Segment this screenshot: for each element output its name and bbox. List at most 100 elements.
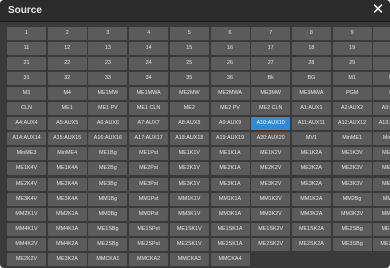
- source-button[interactable]: ME2K3A: [373, 162, 390, 176]
- source-button[interactable]: MM2Bg: [332, 192, 372, 206]
- source-button[interactable]: ME2MW: [169, 87, 209, 101]
- source-button[interactable]: 14: [129, 42, 169, 56]
- source-button[interactable]: ME1K1A: [210, 147, 250, 161]
- source-button[interactable]: MM1Bg: [88, 192, 128, 206]
- source-button[interactable]: ME3K4A: [47, 192, 87, 206]
- source-button[interactable]: 15: [169, 42, 209, 56]
- source-button[interactable]: 12: [47, 42, 87, 56]
- source-button[interactable]: ME2SK2V: [251, 237, 291, 251]
- source-button[interactable]: MinME4: [47, 147, 87, 161]
- source-button[interactable]: ME2SPst: [129, 237, 169, 251]
- source-button[interactable]: ME2SBg: [88, 237, 128, 251]
- source-button[interactable]: ME1SK2V: [251, 222, 291, 236]
- source-button[interactable]: MM3K3V: [332, 207, 372, 221]
- source-button[interactable]: A14:AUX14: [7, 132, 46, 146]
- source-button[interactable]: 29: [332, 57, 372, 71]
- source-button[interactable]: ME3SBg: [332, 237, 372, 251]
- source-button[interactable]: A20:AUX20: [251, 132, 291, 146]
- source-button[interactable]: ME1 CLN: [129, 102, 169, 116]
- source-button[interactable]: ME3K2V: [251, 177, 291, 191]
- close-icon[interactable]: ✕: [371, 2, 385, 18]
- source-button[interactable]: ME2: [169, 102, 209, 116]
- source-button[interactable]: MMCKA4: [210, 252, 250, 266]
- source-button[interactable]: 6: [210, 27, 250, 40]
- source-button[interactable]: 27: [251, 57, 291, 71]
- source-button[interactable]: ME3Bg: [88, 177, 128, 191]
- source-button[interactable]: 28: [291, 57, 331, 71]
- source-button[interactable]: ME2K4V: [7, 177, 46, 191]
- source-button[interactable]: ME2SPst: [373, 222, 390, 236]
- source-button[interactable]: M1: [332, 72, 372, 86]
- source-button[interactable]: 4: [129, 27, 169, 40]
- source-button[interactable]: MMCKA1: [88, 252, 128, 266]
- source-button[interactable]: ME3K3A: [373, 177, 390, 191]
- source-button[interactable]: MM3K1A: [210, 207, 250, 221]
- source-button[interactable]: ME2Bg: [88, 162, 128, 176]
- source-button[interactable]: MinME1: [332, 132, 372, 146]
- source-button[interactable]: 19: [332, 42, 372, 56]
- source-button[interactable]: ME1K4V: [7, 162, 46, 176]
- source-button[interactable]: 1: [7, 27, 46, 40]
- source-button[interactable]: 24: [129, 57, 169, 71]
- source-button[interactable]: MM1K1A: [210, 192, 250, 206]
- source-button[interactable]: ME3K2A: [47, 252, 87, 266]
- source-button[interactable]: ME1SK1A: [210, 222, 250, 236]
- source-button[interactable]: MM2K1A: [47, 207, 87, 221]
- source-button[interactable]: 30: [373, 57, 390, 71]
- source-button[interactable]: ME1MWA: [129, 87, 169, 101]
- source-button[interactable]: ME3SK1V: [373, 237, 390, 251]
- source-button[interactable]: ME1Pst: [129, 147, 169, 161]
- source-button[interactable]: ME2K1V: [169, 162, 209, 176]
- source-button[interactable]: MM4K1A: [47, 222, 87, 236]
- source-button[interactable]: ME2MWA: [210, 87, 250, 101]
- source-button[interactable]: 2: [47, 27, 87, 40]
- source-button[interactable]: A13:AUX13: [373, 117, 390, 131]
- source-button[interactable]: ME1K1V: [169, 147, 209, 161]
- source-button[interactable]: CLN: [7, 102, 46, 116]
- source-button[interactable]: MM3Bg: [88, 207, 128, 221]
- source-button[interactable]: A17:AUX17: [129, 132, 169, 146]
- source-button[interactable]: ME1K3A: [373, 147, 390, 161]
- source-button[interactable]: 25: [169, 57, 209, 71]
- source-button[interactable]: ME3K2A: [291, 177, 331, 191]
- source-button[interactable]: A7:AUX7: [129, 117, 169, 131]
- source-button[interactable]: MM3K2V: [251, 207, 291, 221]
- source-button[interactable]: ME1: [47, 102, 87, 116]
- source-button[interactable]: ME1SBg: [88, 222, 128, 236]
- source-button[interactable]: ME2 PV: [210, 102, 250, 116]
- source-button[interactable]: ME2SK2A: [291, 237, 331, 251]
- source-button[interactable]: 10: [373, 27, 390, 40]
- source-button[interactable]: MM3K1V: [169, 207, 209, 221]
- source-button[interactable]: ME2K1A: [210, 162, 250, 176]
- source-button[interactable]: ME3K4V: [7, 192, 46, 206]
- source-button[interactable]: 18: [291, 42, 331, 56]
- source-button[interactable]: MM4K2V: [7, 237, 46, 251]
- source-button[interactable]: ME2SK1V: [169, 237, 209, 251]
- source-button[interactable]: ME3K3V: [332, 177, 372, 191]
- source-button[interactable]: ME2K3V: [332, 162, 372, 176]
- source-button[interactable]: MMCKA2: [129, 252, 169, 266]
- source-button[interactable]: M2: [373, 72, 390, 86]
- source-button[interactable]: A3:AUX3: [373, 102, 390, 116]
- source-button[interactable]: A1:AUX1: [291, 102, 331, 116]
- source-button[interactable]: 16: [210, 42, 250, 56]
- source-button[interactable]: ME2K2A: [291, 162, 331, 176]
- source-button[interactable]: 34: [129, 72, 169, 86]
- source-button[interactable]: MM3Pst: [129, 207, 169, 221]
- source-button[interactable]: 31: [7, 72, 46, 86]
- source-button[interactable]: ME2SBg: [332, 222, 372, 236]
- source-button[interactable]: ME1K3V: [332, 147, 372, 161]
- source-button[interactable]: MM1K2V: [251, 192, 291, 206]
- source-button[interactable]: Bk: [251, 72, 291, 86]
- source-button[interactable]: A10:AUX10: [251, 117, 291, 131]
- source-button[interactable]: 11: [7, 42, 46, 56]
- source-button[interactable]: MM3K3A: [373, 207, 390, 221]
- source-button[interactable]: 22: [47, 57, 87, 71]
- source-button[interactable]: 13: [88, 42, 128, 56]
- source-button[interactable]: 35: [169, 72, 209, 86]
- source-button[interactable]: 9: [332, 27, 372, 40]
- source-button[interactable]: ME2SK1A: [210, 237, 250, 251]
- source-button[interactable]: MM1Pst: [129, 192, 169, 206]
- source-button[interactable]: ME1K2A: [291, 147, 331, 161]
- source-button[interactable]: ME2K2V: [7, 252, 46, 266]
